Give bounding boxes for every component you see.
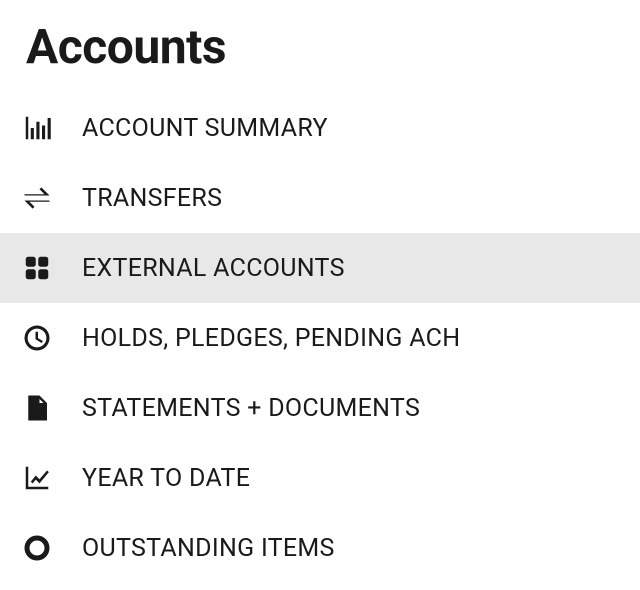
menu-label: TRANSFERS bbox=[82, 184, 222, 213]
menu-item-transfers[interactable]: TRANSFERS bbox=[0, 163, 640, 233]
menu-item-account-summary[interactable]: ACCOUNT SUMMARY bbox=[0, 93, 640, 163]
menu-label: STATEMENTS + DOCUMENTS bbox=[82, 394, 420, 423]
document-icon bbox=[22, 393, 82, 423]
clock-icon bbox=[22, 323, 82, 353]
transfers-icon bbox=[22, 183, 82, 213]
bar-chart-icon bbox=[22, 113, 82, 143]
accounts-menu: ACCOUNT SUMMARY TRANSFERS EXTERNAL ACCOU… bbox=[0, 93, 640, 583]
menu-label: YEAR TO DATE bbox=[82, 464, 250, 493]
menu-label: OUTSTANDING ITEMS bbox=[82, 534, 335, 563]
menu-item-holds-pledges[interactable]: HOLDS, PLEDGES, PENDING ACH bbox=[0, 303, 640, 373]
menu-label: EXTERNAL ACCOUNTS bbox=[82, 254, 345, 283]
menu-item-year-to-date[interactable]: YEAR TO DATE bbox=[0, 443, 640, 513]
menu-label: ACCOUNT SUMMARY bbox=[82, 114, 328, 143]
accounts-menu-container: Accounts ACCOUNT SUMMARY TRANSFERS EXTER… bbox=[0, 0, 640, 583]
menu-item-outstanding-items[interactable]: OUTSTANDING ITEMS bbox=[0, 513, 640, 583]
page-title: Accounts bbox=[0, 18, 640, 93]
menu-label: HOLDS, PLEDGES, PENDING ACH bbox=[82, 324, 460, 353]
menu-item-external-accounts[interactable]: EXTERNAL ACCOUNTS bbox=[0, 233, 640, 303]
grid-icon bbox=[22, 253, 82, 283]
line-chart-icon bbox=[22, 463, 82, 493]
menu-item-statements-documents[interactable]: STATEMENTS + DOCUMENTS bbox=[0, 373, 640, 443]
circle-outline-icon bbox=[22, 533, 82, 563]
